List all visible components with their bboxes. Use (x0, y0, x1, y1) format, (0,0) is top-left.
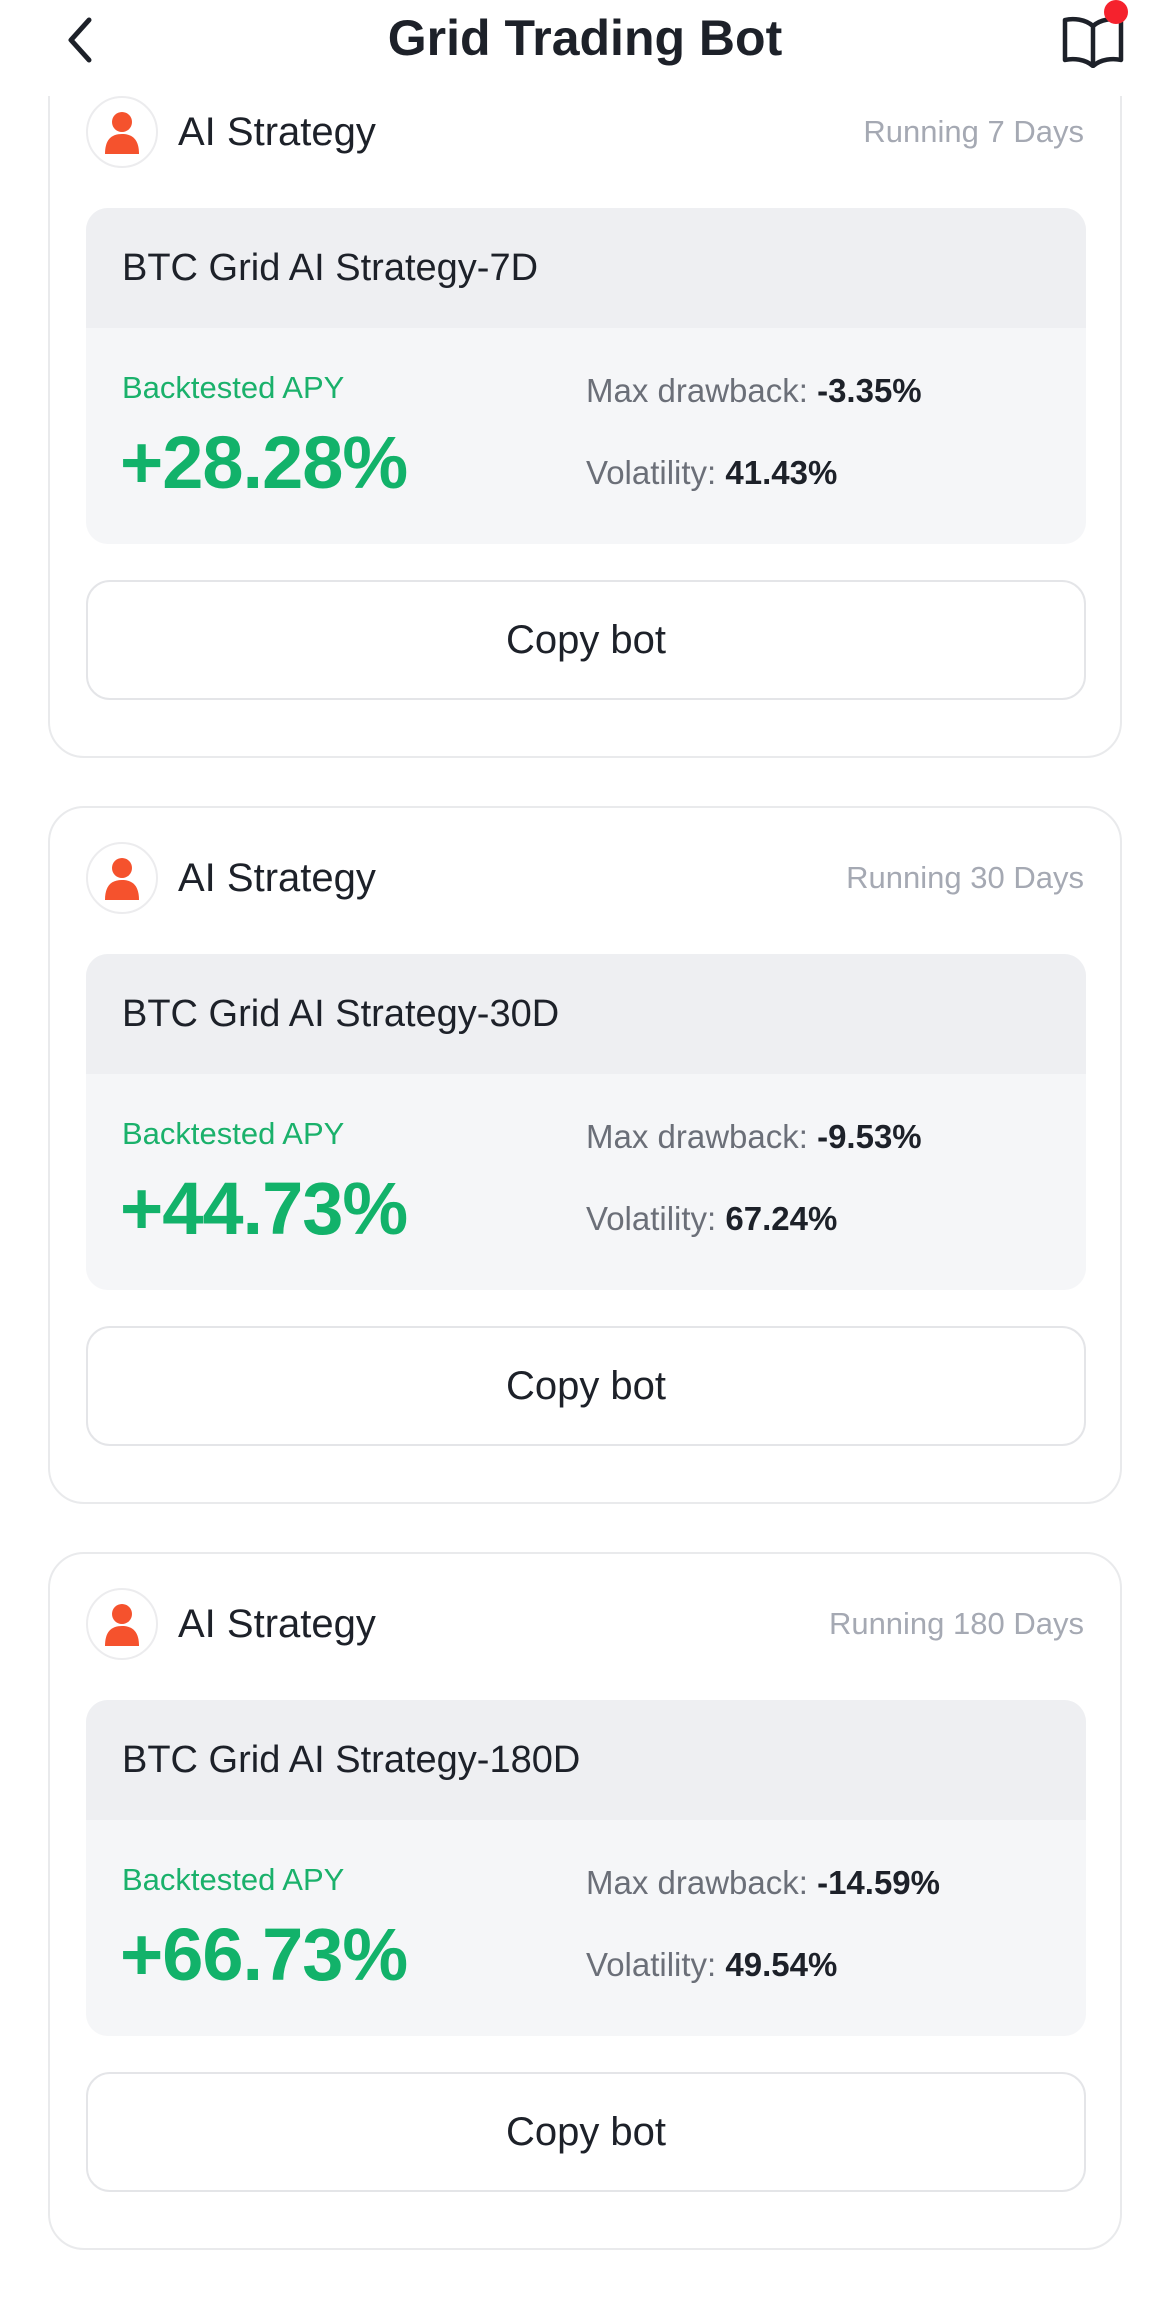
apy-label: Backtested APY (122, 1862, 345, 1897)
user-icon (105, 112, 139, 154)
running-duration: Running 7 Days (863, 114, 1084, 149)
copy-bot-button[interactable]: Copy bot (86, 580, 1086, 700)
strategy-metrics: Backtested APY +66.73% Max drawback: -14… (86, 1820, 1086, 2036)
strategy-type-label: AI Strategy (178, 109, 376, 154)
strategy-card: AI Strategy Running 180 Days BTC Grid AI… (48, 1552, 1122, 2250)
running-duration: Running 180 Days (828, 1606, 1084, 1641)
strategy-name: BTC Grid AI Strategy-7D (86, 208, 1086, 328)
avatar (86, 1588, 158, 1660)
apy-value: +66.73% (120, 1913, 408, 1996)
running-duration: Running 30 Days (846, 860, 1084, 895)
max-drawback-value: -3.35% (817, 372, 922, 409)
copy-bot-button[interactable]: Copy bot (86, 2072, 1086, 2192)
card-header: AI Strategy Running 30 Days (86, 842, 1084, 914)
volatility-label: Volatility: (586, 1200, 717, 1237)
card-header: AI Strategy Running 7 Days (86, 96, 1084, 168)
notification-dot (1104, 0, 1128, 24)
strategy-metrics: Backtested APY +28.28% Max drawback: -3.… (86, 328, 1086, 544)
volatility: Volatility: 67.24% (586, 1200, 837, 1238)
volatility: Volatility: 49.54% (586, 1946, 837, 1984)
strategy-name: BTC Grid AI Strategy-180D (86, 1700, 1086, 1820)
apy-label: Backtested APY (122, 370, 345, 405)
max-drawback-label: Max drawback: (586, 372, 808, 409)
strategy-card: AI Strategy Running 7 Days BTC Grid AI S… (48, 60, 1122, 758)
strategy-card: AI Strategy Running 30 Days BTC Grid AI … (48, 806, 1122, 1504)
max-drawback: Max drawback: -9.53% (586, 1118, 922, 1156)
strategy-metrics: Backtested APY +44.73% Max drawback: -9.… (86, 1074, 1086, 1290)
copy-bot-button[interactable]: Copy bot (86, 1326, 1086, 1446)
user-icon (105, 1604, 139, 1646)
max-drawback: Max drawback: -3.35% (586, 372, 922, 410)
max-drawback-value: -14.59% (817, 1864, 941, 1901)
volatility-value: 67.24% (725, 1200, 838, 1237)
apy-label: Backtested APY (122, 1116, 345, 1151)
volatility-value: 49.54% (725, 1946, 838, 1983)
strategy-list: AI Strategy Running 7 Days BTC Grid AI S… (48, 60, 1122, 2298)
strategy-type-label: AI Strategy (178, 1601, 376, 1646)
strategy-name: BTC Grid AI Strategy-30D (86, 954, 1086, 1074)
strategy-panel[interactable]: BTC Grid AI Strategy-30D Backtested APY … (86, 954, 1086, 1290)
volatility-label: Volatility: (586, 1946, 717, 1983)
user-icon (105, 858, 139, 900)
page-title: Grid Trading Bot (387, 10, 783, 66)
app-header: Grid Trading Bot (0, 0, 1170, 96)
volatility: Volatility: 41.43% (586, 454, 837, 492)
apy-value: +44.73% (120, 1167, 408, 1250)
strategy-panel[interactable]: BTC Grid AI Strategy-7D Backtested APY +… (86, 208, 1086, 544)
avatar (86, 96, 158, 168)
strategy-panel[interactable]: BTC Grid AI Strategy-180D Backtested APY… (86, 1700, 1086, 2036)
avatar (86, 842, 158, 914)
volatility-value: 41.43% (725, 454, 838, 491)
volatility-label: Volatility: (586, 454, 717, 491)
strategy-type-label: AI Strategy (178, 855, 376, 900)
max-drawback: Max drawback: -14.59% (586, 1864, 940, 1902)
max-drawback-label: Max drawback: (586, 1118, 808, 1155)
card-header: AI Strategy Running 180 Days (86, 1588, 1084, 1660)
max-drawback-value: -9.53% (817, 1118, 922, 1155)
max-drawback-label: Max drawback: (586, 1864, 808, 1901)
apy-value: +28.28% (120, 421, 408, 504)
